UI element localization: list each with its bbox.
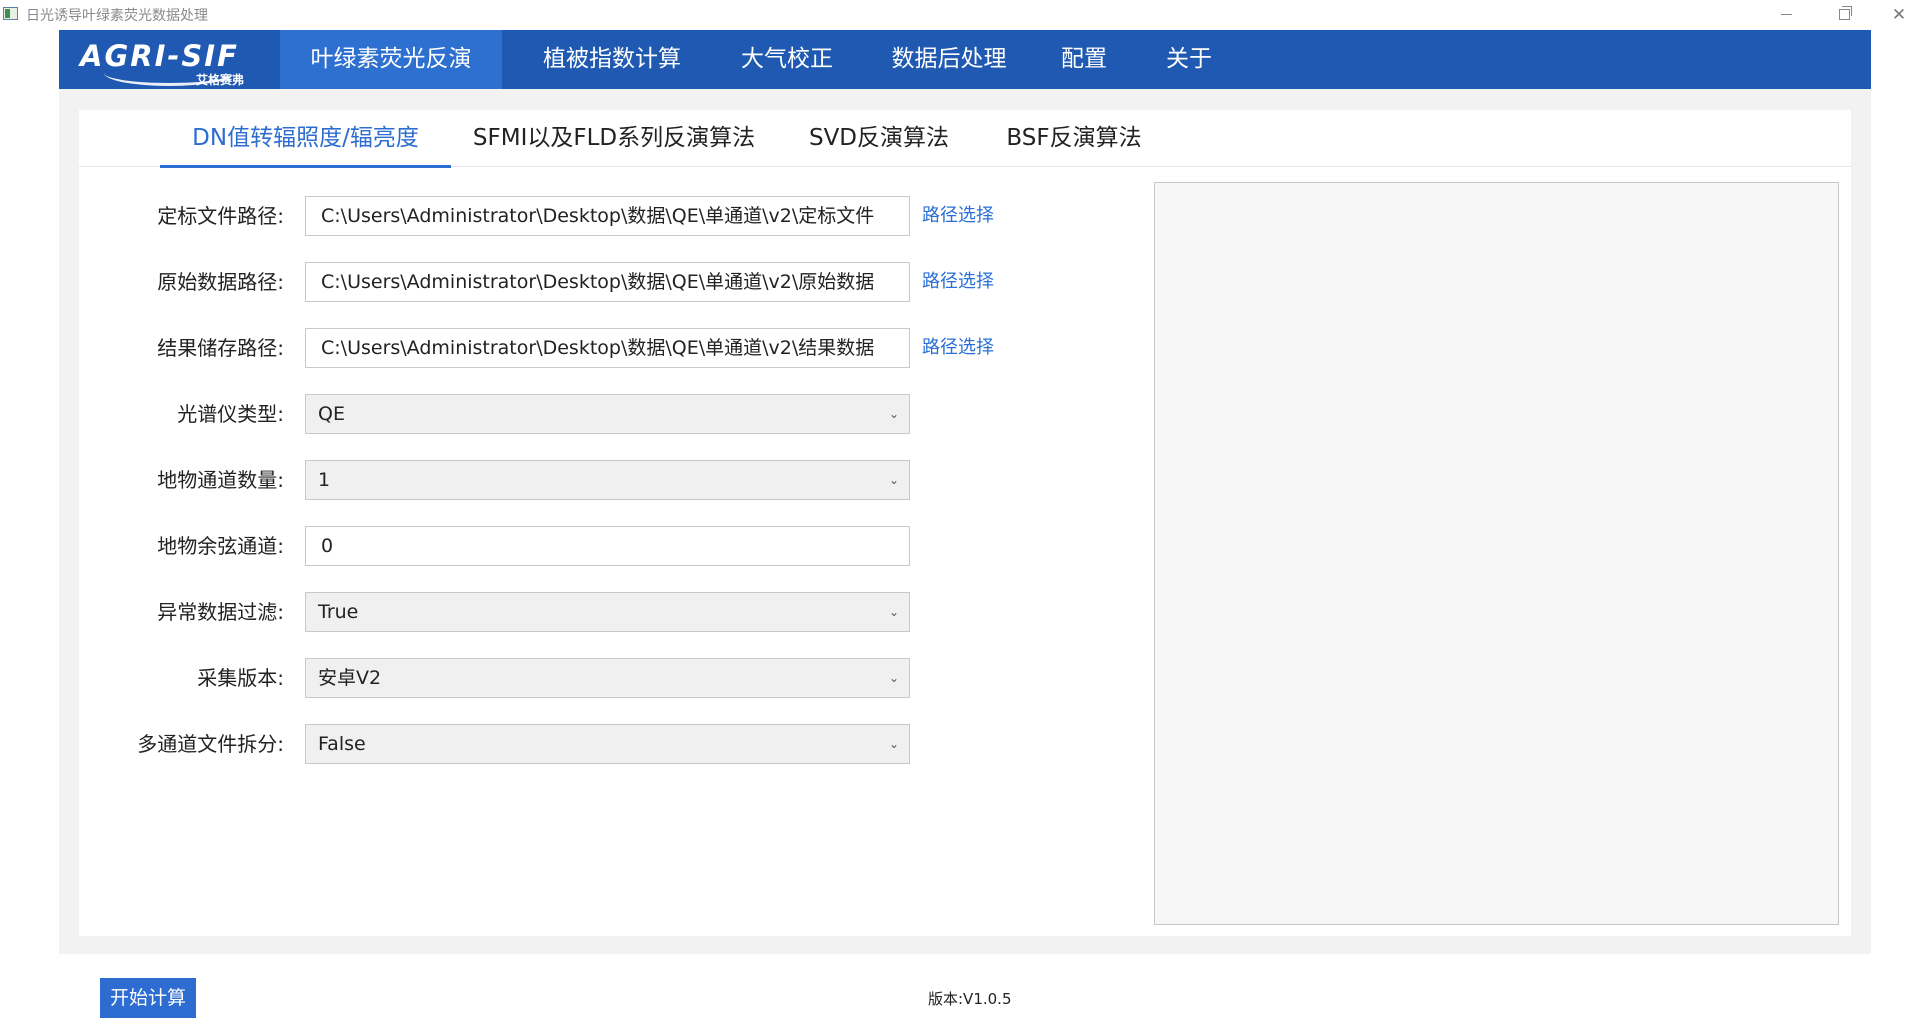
capture-version-label: 采集版本: — [197, 666, 284, 690]
result-path-input[interactable]: C:\Users\Administrator\Desktop\数据\QE\单通道… — [305, 328, 910, 368]
title-bar: 日光诱导叶绿素荧光数据处理 ✕ — [0, 0, 1918, 29]
cosine-channel-label: 地物余弦通道: — [157, 534, 284, 558]
output-preview-area[interactable] — [1154, 182, 1839, 925]
nav-item-atmospheric-correction[interactable]: 大气校正 — [727, 30, 847, 89]
minimize-button[interactable] — [1757, 0, 1815, 29]
multi-split-value: False — [318, 733, 366, 755]
multi-split-select[interactable]: False ⌄ — [305, 724, 910, 764]
channel-count-select[interactable]: 1 ⌄ — [305, 460, 910, 500]
nav-item-post-processing[interactable]: 数据后处理 — [874, 30, 1024, 89]
logo-brand: AGRI-SIF — [80, 39, 239, 73]
chevron-down-icon: ⌄ — [888, 605, 899, 619]
result-path-label: 结果储存路径: — [157, 336, 284, 360]
capture-version-value: 安卓V2 — [318, 667, 382, 689]
raw-path-input[interactable]: C:\Users\Administrator\Desktop\数据\QE\单通道… — [305, 262, 910, 302]
calib-path-select-link[interactable]: 路径选择 — [922, 196, 994, 236]
anomaly-filter-value: True — [318, 601, 359, 623]
app-icon — [3, 7, 18, 20]
close-icon: ✕ — [1891, 4, 1907, 25]
start-calculation-button[interactable]: 开始计算 — [100, 978, 196, 1018]
nav-item-chlorophyll-fluorescence[interactable]: 叶绿素荧光反演 — [280, 30, 502, 89]
capture-version-select[interactable]: 安卓V2 ⌄ — [305, 658, 910, 698]
spectrometer-value: QE — [318, 403, 345, 425]
spectrometer-select[interactable]: QE ⌄ — [305, 394, 910, 434]
tab-dn-conversion[interactable]: DN值转辐照度/辐亮度 — [160, 110, 451, 168]
spectrometer-label: 光谱仪类型: — [177, 402, 284, 426]
chevron-down-icon: ⌄ — [888, 407, 899, 421]
anomaly-filter-label: 异常数据过滤: — [157, 600, 284, 624]
raw-path-select-link[interactable]: 路径选择 — [922, 262, 994, 302]
result-path-select-link[interactable]: 路径选择 — [922, 328, 994, 368]
logo: AGRI-SIF 艾格赛弗 — [59, 30, 279, 89]
channel-count-label: 地物通道数量: — [157, 468, 284, 492]
minimize-icon — [1780, 14, 1792, 15]
chevron-down-icon: ⌄ — [888, 737, 899, 751]
tab-sfmi-fld[interactable]: SFMI以及FLD系列反演算法 — [469, 110, 759, 167]
sub-tab-bar: DN值转辐照度/辐亮度 SFMI以及FLD系列反演算法 SVD反演算法 BSF反… — [79, 110, 1851, 168]
window-title: 日光诱导叶绿素荧光数据处理 — [26, 8, 208, 24]
raw-path-label: 原始数据路径: — [157, 270, 284, 294]
anomaly-filter-select[interactable]: True ⌄ — [305, 592, 910, 632]
chevron-down-icon: ⌄ — [888, 671, 899, 685]
nav-item-config[interactable]: 配置 — [1049, 30, 1119, 89]
close-button[interactable]: ✕ — [1870, 0, 1918, 29]
chevron-down-icon: ⌄ — [888, 473, 899, 487]
top-nav-bar: AGRI-SIF 艾格赛弗 叶绿素荧光反演 植被指数计算 大气校正 数据后处理 … — [59, 30, 1871, 89]
restore-icon — [1838, 6, 1852, 20]
version-label: 版本:V1.0.5 — [928, 990, 1012, 1008]
tab-svd[interactable]: SVD反演算法 — [799, 110, 959, 167]
logo-subtitle: 艾格赛弗 — [196, 73, 245, 87]
cosine-channel-input[interactable]: 0 — [305, 526, 910, 566]
calib-path-input[interactable]: C:\Users\Administrator\Desktop\数据\QE\单通道… — [305, 196, 910, 236]
tab-bsf[interactable]: BSF反演算法 — [994, 110, 1154, 167]
nav-item-vegetation-index[interactable]: 植被指数计算 — [532, 30, 692, 89]
nav-item-about[interactable]: 关于 — [1159, 30, 1219, 89]
multi-split-label: 多通道文件拆分: — [137, 732, 284, 756]
channel-count-value: 1 — [318, 469, 331, 491]
calib-path-label: 定标文件路径: — [157, 204, 284, 228]
restore-button[interactable] — [1815, 0, 1873, 29]
